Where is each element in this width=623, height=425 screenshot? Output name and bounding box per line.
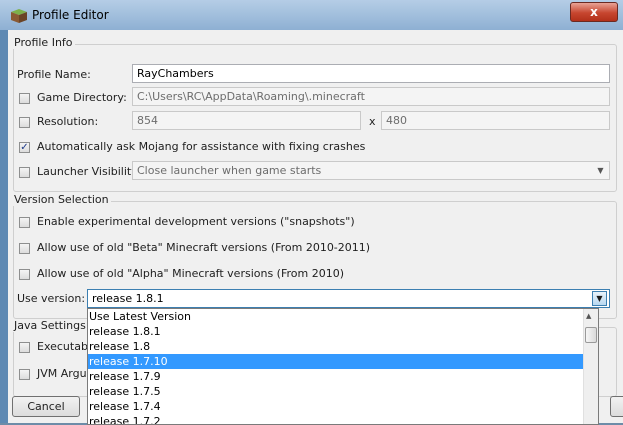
executable-label: Executab [37,340,88,353]
alpha-checkbox[interactable] [19,269,30,280]
dropdown-scrollbar[interactable]: ▲ [583,309,598,424]
launcher-visibility-label: Launcher Visibility: [37,165,141,178]
resolution-x-separator: x [369,115,376,128]
beta-checkbox[interactable] [19,243,30,254]
minecraft-block-icon [11,9,27,23]
game-directory-checkbox[interactable] [19,93,30,104]
window-title: Profile Editor [32,8,109,22]
scroll-up-icon[interactable]: ▲ [586,312,591,320]
jvm-arguments-checkbox[interactable] [19,369,30,380]
resolution-checkbox[interactable] [19,117,30,128]
cancel-button[interactable]: Cancel [12,396,80,417]
dropdown-item[interactable]: release 1.8.1 [88,324,585,339]
jvm-arguments-label: JVM Argu [37,367,87,380]
game-directory-input[interactable]: C:\Users\RC\AppData\Roaming\.minecraft [132,87,610,106]
beta-label: Allow use of old "Beta" Minecraft versio… [37,241,371,254]
mojang-assist-checkbox[interactable]: ✓ [19,142,30,153]
save-button-edge[interactable] [610,396,623,417]
mojang-assist-label: Automatically ask Mojang for assistance … [37,140,366,153]
snapshots-checkbox[interactable] [19,217,30,228]
close-button[interactable]: x [570,2,618,22]
title-bar[interactable]: Profile Editor x [0,0,623,30]
dropdown-item[interactable]: release 1.7.5 [88,384,585,399]
alpha-label: Allow use of old "Alpha" Minecraft versi… [37,267,345,280]
resolution-label: Resolution: [37,115,99,128]
dropdown-item[interactable]: Use Latest Version [88,309,585,324]
chevron-down-icon[interactable]: ▼ [592,291,607,306]
profile-name-input[interactable]: RayChambers [132,64,610,83]
executable-checkbox[interactable] [19,342,30,353]
use-version-select[interactable]: release 1.8.1 ▼ [87,289,610,308]
game-directory-label: Game Directory: [37,91,127,104]
profile-name-label: Profile Name: [17,68,91,81]
dropdown-item[interactable]: release 1.8 [88,339,585,354]
scrollbar-thumb[interactable] [585,327,597,343]
launcher-visibility-checkbox[interactable] [19,167,30,178]
java-settings-group-label: Java Settings [12,319,88,332]
dropdown-item-selected[interactable]: release 1.7.10 [88,354,585,369]
use-version-value: release 1.8.1 [92,292,164,305]
version-dropdown-list[interactable]: Use Latest Version release 1.8.1 release… [87,308,599,425]
dropdown-item[interactable]: release 1.7.2 [88,414,585,424]
dropdown-item[interactable]: release 1.7.9 [88,369,585,384]
snapshots-label: Enable experimental development versions… [37,215,355,228]
launcher-visibility-value: Close launcher when game starts [137,164,322,177]
dropdown-item[interactable]: release 1.7.4 [88,399,585,414]
version-selection-group-label: Version Selection [12,193,111,206]
profile-info-group-label: Profile Info [12,36,75,49]
chevron-down-icon: ▼ [597,166,604,175]
resolution-height-input[interactable]: 480 [381,111,610,130]
launcher-visibility-select[interactable]: Close launcher when game starts ▼ [132,161,610,180]
use-version-label: Use version: [17,292,86,305]
resolution-width-input[interactable]: 854 [132,111,361,130]
